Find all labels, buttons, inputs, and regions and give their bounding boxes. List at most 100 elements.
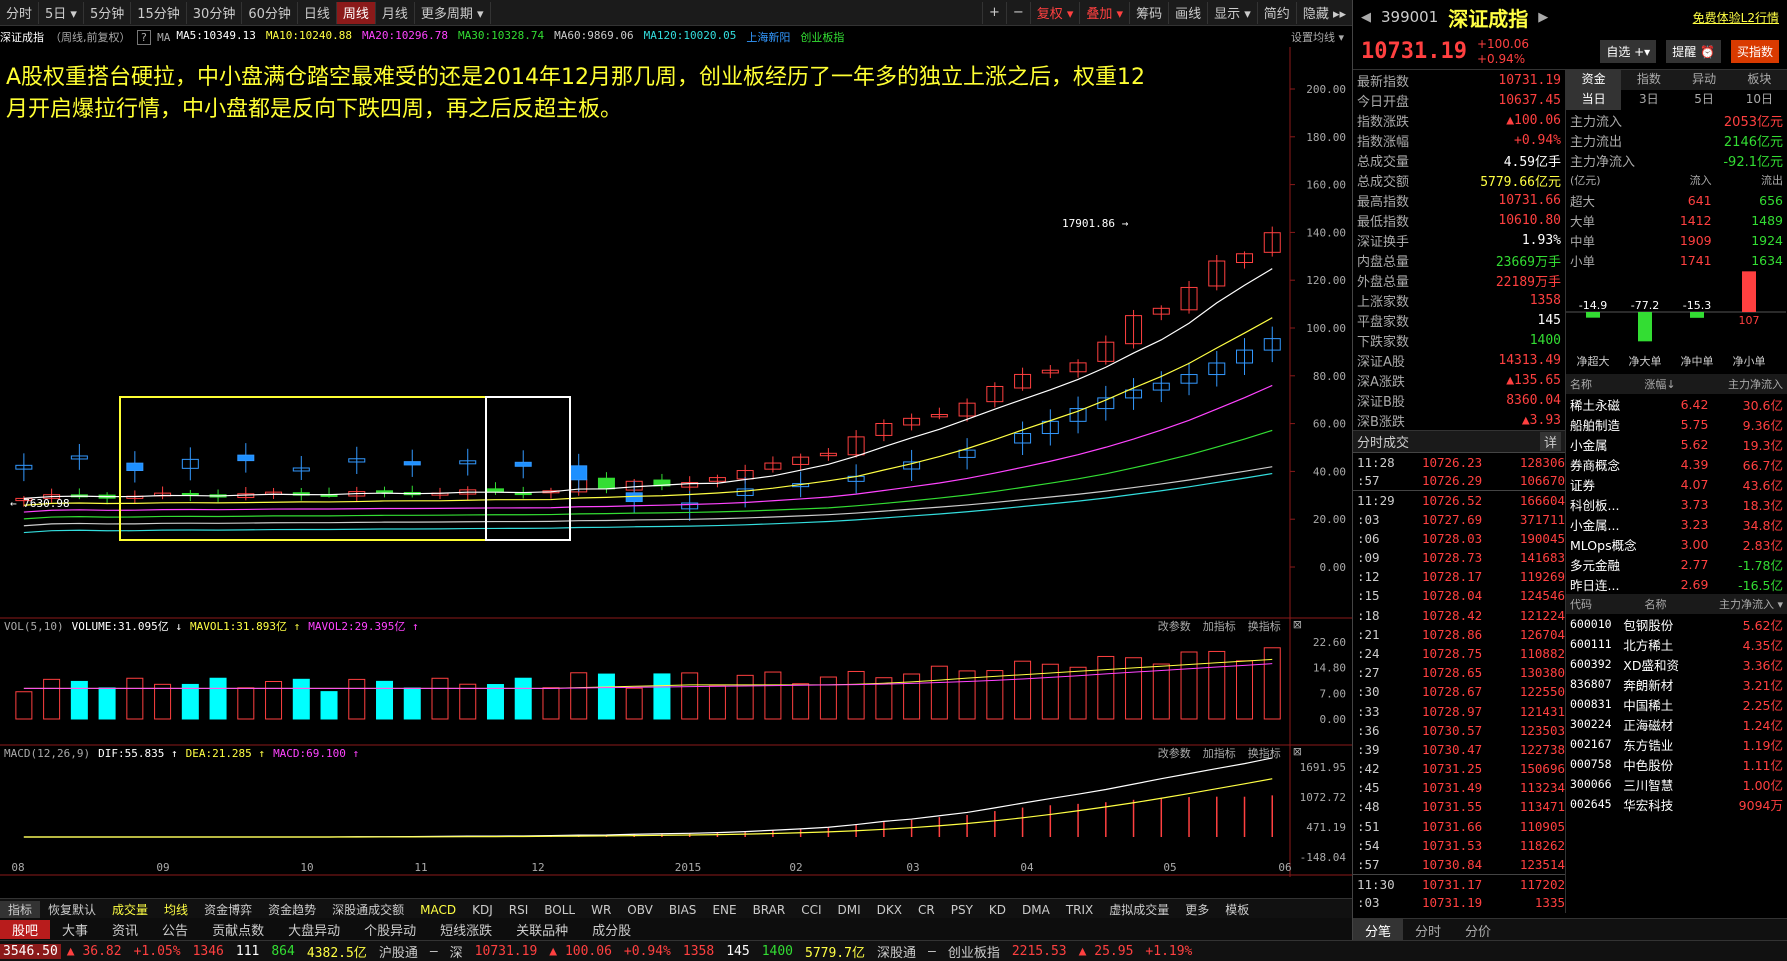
period-tab-3[interactable]: 15分钟 xyxy=(131,1,187,24)
tool-button-8[interactable]: 隐藏 ▸▸ xyxy=(1295,1,1352,24)
sector-row[interactable]: 证券 4.07 43.6亿 xyxy=(1566,474,1787,494)
sector-row[interactable]: 多元金融 2.77 -1.78亿 xyxy=(1566,554,1787,574)
sector-row[interactable]: 稀土永磁 6.42 30.6亿 xyxy=(1566,394,1787,414)
indicator-tab-13[interactable]: BIAS xyxy=(661,903,705,917)
indicator-tab-1[interactable]: 恢复默认 xyxy=(40,901,104,918)
news-tab-9[interactable]: 成分股 xyxy=(580,920,643,939)
news-tab-6[interactable]: 个股异动 xyxy=(352,920,428,939)
macd-action-3[interactable]: ⊠ xyxy=(1293,745,1302,761)
sector-row[interactable]: 昨日连... 2.69 -16.5亿 xyxy=(1566,574,1787,594)
news-tab-0[interactable]: 股吧 xyxy=(0,919,51,939)
news-tab-2[interactable]: 资讯 xyxy=(100,920,150,939)
alert-button[interactable]: 提醒 ⏰ xyxy=(1666,40,1721,63)
stock-list[interactable]: 600010 包钢股份 5.62亿 600111 北方稀土 4.35亿 600392 XD盛和… xyxy=(1566,614,1787,814)
news-tab-7[interactable]: 短线涨跌 xyxy=(428,920,504,939)
add-watchlist-button[interactable]: 自选 +▾ xyxy=(1600,40,1657,63)
indicator-tab-23[interactable]: TRIX xyxy=(1058,903,1101,917)
tool-button-2[interactable]: 复权 ▾ xyxy=(1029,1,1080,24)
stock-row[interactable]: 002167 东方锆业 1.19亿 xyxy=(1566,734,1787,754)
ticks-view-tab-2[interactable]: 分价 xyxy=(1453,919,1503,940)
stock-row[interactable]: 600392 XD盛和资 3.36亿 xyxy=(1566,654,1787,674)
fund-tab-3[interactable]: 板块 xyxy=(1731,70,1787,90)
tool-button-4[interactable]: 筹码 xyxy=(1129,1,1168,24)
period-tab-4[interactable]: 30分钟 xyxy=(187,1,243,24)
tool-button-0[interactable]: + xyxy=(981,1,1006,24)
tool-button-1[interactable]: − xyxy=(1005,1,1030,24)
indicator-tab-11[interactable]: WR xyxy=(583,903,619,917)
stock-header-cell[interactable]: 主力净流入 ▾ xyxy=(1719,596,1783,612)
vol-action-3[interactable]: ⊠ xyxy=(1293,618,1302,634)
prev-icon[interactable]: ◀ xyxy=(1361,10,1371,25)
period-tab-7[interactable]: 周线 xyxy=(336,1,376,24)
indicator-tab-6[interactable]: 深股通成交额 xyxy=(324,901,412,918)
buy-index-button[interactable]: 买指数 xyxy=(1730,40,1779,63)
indicator-tab-0[interactable]: 指标 xyxy=(0,901,41,918)
sector-list[interactable]: 稀土永磁 6.42 30.6亿 船舶制造 5.75 9.36亿 小金属 5.62 19.3亿 券商… xyxy=(1566,394,1787,594)
sgt-label[interactable]: 深股通 xyxy=(871,942,922,961)
sector-header-cell[interactable]: 涨幅↓ xyxy=(1644,376,1675,392)
indicator-tab-10[interactable]: BOLL xyxy=(536,903,583,917)
indicator-tab-9[interactable]: RSI xyxy=(501,903,537,917)
indicator-tab-19[interactable]: CR xyxy=(910,903,943,917)
next-icon[interactable]: ▶ xyxy=(1538,10,1548,25)
fund-tab-1[interactable]: 指数 xyxy=(1621,70,1677,90)
indicator-tab-21[interactable]: KD xyxy=(981,903,1014,917)
tool-button-5[interactable]: 画线 xyxy=(1168,1,1207,24)
period-tab-1[interactable]: 5日 ▾ xyxy=(39,1,84,24)
indicator-tab-8[interactable]: KDJ xyxy=(464,903,501,917)
stock-row[interactable]: 300066 三川智慧 1.00亿 xyxy=(1566,774,1787,794)
vol-action-0[interactable]: 改参数 xyxy=(1158,618,1191,634)
indicator-tab-4[interactable]: 资金博弈 xyxy=(196,901,260,918)
stock-row[interactable]: 600111 北方稀土 4.35亿 xyxy=(1566,634,1787,654)
news-tab-5[interactable]: 大盘异动 xyxy=(276,920,352,939)
news-tab-4[interactable]: 贡献点数 xyxy=(200,920,276,939)
period-tab-2[interactable]: 5分钟 xyxy=(84,1,132,24)
fund-subtab-3[interactable]: 10日 xyxy=(1732,90,1787,110)
stock-row[interactable]: 002645 华宏科技 9094万 xyxy=(1566,794,1787,814)
ticks-view-tab-0[interactable]: 分笔 xyxy=(1353,919,1404,940)
vol-action-1[interactable]: 加指标 xyxy=(1203,618,1236,634)
macd-action-1[interactable]: 加指标 xyxy=(1203,745,1236,761)
indicator-tab-24[interactable]: 虚拟成交量 xyxy=(1101,901,1177,918)
macd-action-0[interactable]: 改参数 xyxy=(1158,745,1191,761)
indicator-tab-7[interactable]: MACD xyxy=(412,903,464,917)
period-tab-8[interactable]: 月线 xyxy=(376,1,415,24)
sector-row[interactable]: 科创板... 3.73 18.3亿 xyxy=(1566,494,1787,514)
hgt-label[interactable]: 沪股通 xyxy=(373,942,424,961)
stock-row[interactable]: 836807 奔朗新材 3.21亿 xyxy=(1566,674,1787,694)
period-tab-6[interactable]: 日线 xyxy=(298,1,337,24)
stock-row[interactable]: 600010 包钢股份 5.62亿 xyxy=(1566,614,1787,634)
period-tab-0[interactable]: 分时 xyxy=(0,1,40,24)
fund-subtab-2[interactable]: 5日 xyxy=(1677,90,1732,110)
ticks-detail-button[interactable]: 详 xyxy=(1539,432,1561,451)
tool-button-7[interactable]: 简约 xyxy=(1256,1,1296,24)
indicator-tab-12[interactable]: OBV xyxy=(619,903,661,917)
sector-row[interactable]: 券商概念 4.39 66.7亿 xyxy=(1566,454,1787,474)
sector-header-cell[interactable]: 主力净流入 xyxy=(1728,376,1783,392)
vol-action-2[interactable]: 换指标 xyxy=(1248,618,1281,634)
stock-row[interactable]: 000758 中色股份 1.11亿 xyxy=(1566,754,1787,774)
indicator-tab-25[interactable]: 更多 xyxy=(1177,901,1217,918)
indicator-tab-20[interactable]: PSY xyxy=(943,903,981,917)
indicator-tab-26[interactable]: 模板 xyxy=(1217,901,1257,918)
indicator-tab-2[interactable]: 成交量 xyxy=(104,901,156,918)
sz-index-value[interactable]: 10731.19 xyxy=(469,944,544,959)
sh-index-value[interactable]: 3546.50 xyxy=(0,943,61,959)
ticks-view-tab-1[interactable]: 分时 xyxy=(1403,919,1453,940)
fund-subtab-1[interactable]: 3日 xyxy=(1621,90,1676,110)
stock-row[interactable]: 300224 正海磁材 1.24亿 xyxy=(1566,714,1787,734)
news-tab-1[interactable]: 大事 xyxy=(50,920,100,939)
fund-tab-0[interactable]: 资金 xyxy=(1566,70,1622,90)
indicator-tab-3[interactable]: 均线 xyxy=(156,901,196,918)
tool-button-3[interactable]: 叠加 ▾ xyxy=(1079,1,1129,24)
cyb-value[interactable]: 2215.53 xyxy=(1006,944,1073,959)
tick-list[interactable]: 11:28 10726.23 128306:57 10726.29 106670 11:2… xyxy=(1353,452,1565,913)
news-tab-3[interactable]: 公告 xyxy=(150,920,200,939)
tool-button-6[interactable]: 显示 ▾ xyxy=(1207,1,1257,24)
fund-tab-2[interactable]: 异动 xyxy=(1676,70,1732,90)
indicator-tab-15[interactable]: BRAR xyxy=(745,903,794,917)
sector-row[interactable]: MLOps概念 3.00 2.83亿 xyxy=(1566,534,1787,554)
indicator-tab-14[interactable]: ENE xyxy=(704,903,744,917)
stock-row[interactable]: 000831 中国稀土 2.25亿 xyxy=(1566,694,1787,714)
indicator-tab-22[interactable]: DMA xyxy=(1014,903,1058,917)
